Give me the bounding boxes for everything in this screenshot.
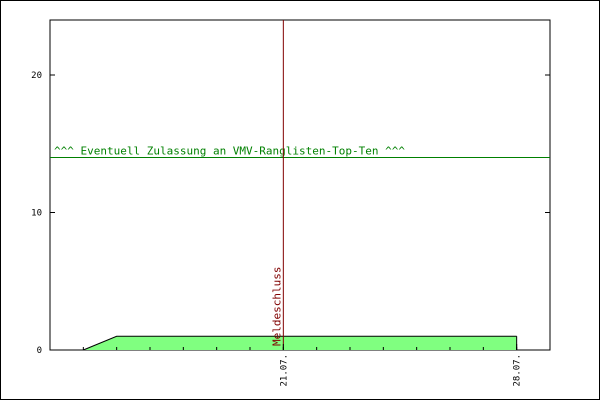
deadline-label: Meldeschluss bbox=[270, 267, 283, 346]
x-tick-label-0: 21.07. bbox=[279, 354, 289, 387]
area-fill-0 bbox=[83, 336, 517, 350]
threshold-label: ^^^ Eventuell Zulassung an VMV-Rangliste… bbox=[54, 145, 405, 158]
y-tick-label-2: 20 bbox=[31, 71, 42, 81]
chart-svg: ^^^ Eventuell Zulassung an VMV-Rangliste… bbox=[31, 19, 551, 387]
series-layer bbox=[83, 335, 518, 351]
plot-area bbox=[49, 19, 551, 351]
y-tick-label-1: 10 bbox=[31, 209, 42, 219]
x-tick-label-1: 28.07. bbox=[513, 354, 523, 387]
y-tick-label-0: 0 bbox=[37, 346, 42, 356]
